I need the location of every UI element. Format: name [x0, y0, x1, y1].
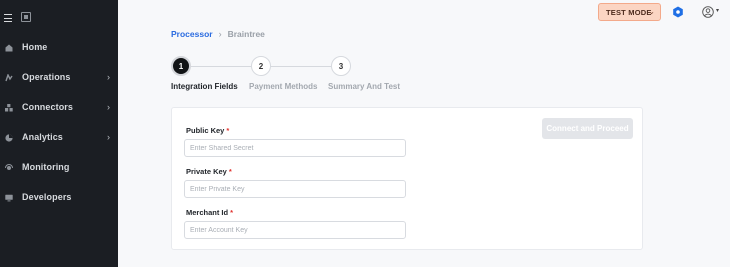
sidebar-item-home[interactable]: Home — [0, 38, 118, 58]
required-mark: * — [226, 126, 230, 135]
integration-fields-card: Connect and Proceed Public Key* Private … — [171, 107, 643, 250]
sidebar-item-label: Analytics — [22, 132, 63, 142]
public-key-input[interactable] — [184, 139, 406, 157]
private-key-input[interactable] — [184, 180, 406, 198]
chevron-right-icon: › — [107, 72, 110, 82]
sidebar-header — [4, 12, 114, 28]
monitor-icon — [5, 194, 13, 202]
sidebar-item-monitoring[interactable]: Monitoring — [0, 158, 118, 178]
step-1-circle[interactable]: 1 — [171, 56, 191, 76]
chevron-right-icon: › — [107, 102, 110, 112]
connectors-icon — [5, 104, 13, 112]
field-label-text: Merchant Id — [186, 208, 229, 217]
caret-down-icon[interactable]: ▾ — [716, 7, 719, 14]
private-key-label: Private Key * — [186, 167, 232, 176]
step-connector — [271, 66, 331, 67]
sidebar-item-operations[interactable]: Operations › — [0, 68, 118, 88]
chevron-right-icon: › — [107, 132, 110, 142]
step-3-circle[interactable]: 3 — [331, 56, 351, 76]
menu-icon[interactable] — [4, 14, 12, 22]
hexagon-icon[interactable] — [672, 6, 684, 18]
merchant-id-input[interactable] — [184, 221, 406, 239]
step-connector — [191, 66, 251, 67]
step-2-label: Payment Methods — [249, 82, 318, 91]
sidebar-item-label: Developers — [22, 192, 72, 202]
field-label-text: Private Key — [186, 167, 227, 176]
breadcrumb-current: Braintree — [227, 29, 265, 39]
public-key-label: Public Key * — [186, 126, 229, 135]
sidebar-item-analytics[interactable]: Analytics › — [0, 128, 118, 148]
step-1-label: Integration Fields — [171, 82, 238, 91]
sidebar-item-label: Operations — [22, 72, 71, 82]
logo-icon — [21, 12, 31, 22]
required-mark: * — [228, 167, 232, 176]
monitoring-icon — [5, 164, 13, 170]
test-mode-dropdown[interactable]: TEST MODE ⌄ — [598, 3, 661, 21]
breadcrumb: Processor › Braintree — [171, 29, 265, 39]
pie-chart-icon — [5, 134, 13, 142]
connect-and-proceed-button[interactable]: Connect and Proceed — [542, 118, 633, 139]
sidebar-item-label: Monitoring — [22, 162, 70, 172]
field-label-text: Public Key — [186, 126, 225, 135]
sidebar-item-connectors[interactable]: Connectors › — [0, 98, 118, 118]
sidebar-item-label: Home — [22, 42, 48, 52]
sidebar-item-developers[interactable]: Developers — [0, 188, 118, 208]
breadcrumb-separator: › — [218, 29, 222, 39]
sidebar-item-label: Connectors — [22, 102, 74, 112]
merchant-id-label: Merchant Id * — [186, 208, 233, 217]
step-2-circle[interactable]: 2 — [251, 56, 271, 76]
sidebar: Home Operations › Connectors › Analytics… — [0, 0, 118, 267]
required-mark: * — [230, 208, 234, 217]
step-3-label: Summary And Test — [328, 82, 401, 91]
operations-icon — [5, 74, 13, 82]
user-avatar-icon[interactable] — [702, 6, 714, 18]
test-mode-label: TEST MODE — [606, 7, 652, 17]
breadcrumb-link-processor[interactable]: Processor — [171, 29, 213, 39]
home-icon — [5, 44, 13, 52]
chevron-down-icon: ⌄ — [648, 7, 655, 16]
